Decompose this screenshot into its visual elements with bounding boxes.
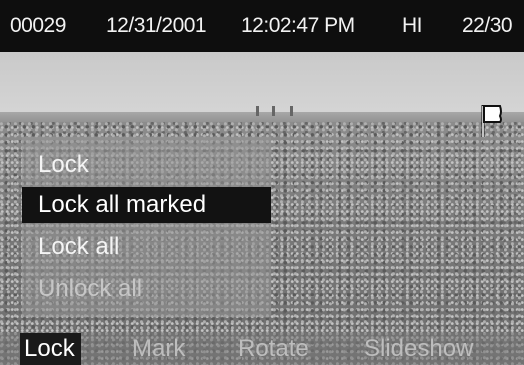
photo-figure	[290, 106, 293, 116]
status-bar: 00029 12/31/2001 12:02:47 PM HI 22/30	[0, 0, 524, 52]
flag-icon	[481, 105, 502, 137]
capture-time: 12:02:47 PM	[241, 14, 355, 37]
function-bar: Lock Mark Rotate Slideshow	[0, 333, 524, 365]
menu-item-lock-all[interactable]: Lock all	[22, 229, 271, 265]
menu-item-unlock-all[interactable]: Unlock all	[22, 271, 271, 307]
menu-item-lock[interactable]: Lock	[22, 147, 271, 183]
file-number: 00029	[10, 14, 66, 37]
lock-menu: Lock Lock all marked Lock all Unlock all	[22, 137, 271, 317]
camera-playback-screen: 00029 12/31/2001 12:02:47 PM HI 22/30 Lo…	[0, 0, 524, 365]
photo-figure	[272, 106, 275, 116]
capture-date: 12/31/2001	[106, 14, 207, 37]
func-tab-lock[interactable]: Lock	[20, 333, 81, 365]
func-tab-slideshow[interactable]: Slideshow	[364, 333, 473, 365]
menu-item-lock-all-marked[interactable]: Lock all marked	[22, 187, 271, 223]
func-tab-mark[interactable]: Mark	[132, 333, 185, 365]
image-quality: HI	[402, 14, 423, 37]
func-tab-rotate[interactable]: Rotate	[238, 333, 309, 365]
photo-figure	[256, 106, 259, 116]
frame-counter: 22/30	[462, 14, 513, 37]
